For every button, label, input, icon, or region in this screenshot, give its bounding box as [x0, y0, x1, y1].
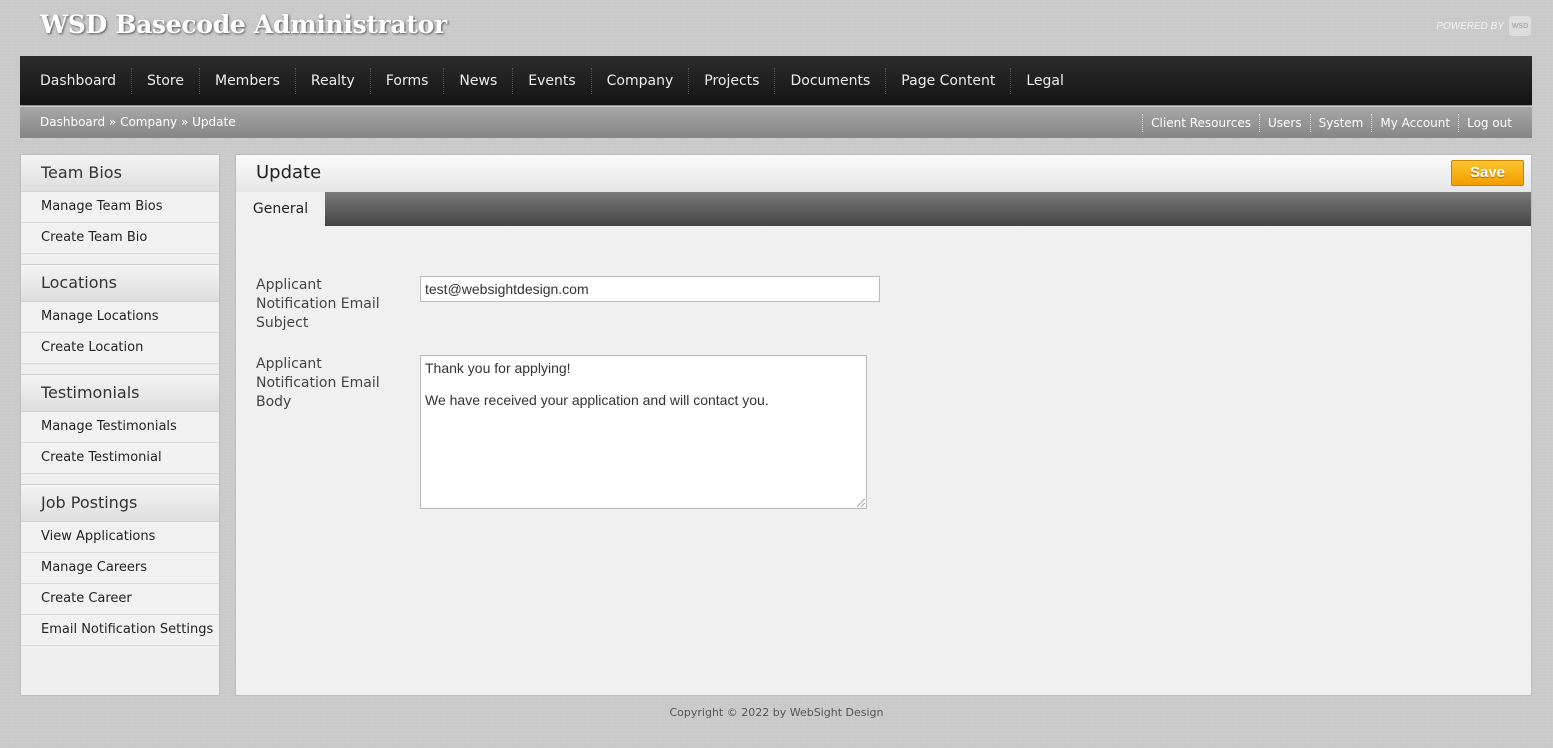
nav-documents[interactable]: Documents	[774, 67, 885, 94]
link-users[interactable]: Users	[1259, 113, 1310, 132]
link-system[interactable]: System	[1309, 113, 1372, 132]
page-title: Update	[256, 162, 322, 183]
tab-bar: General	[236, 192, 1531, 226]
nav-events[interactable]: Events	[512, 67, 590, 94]
utility-links: Client Resources Users System My Account…	[1142, 107, 1520, 138]
copyright: Copyright © 2022 by WebSight Design	[669, 706, 884, 719]
sidebar-item-manage-team-bios[interactable]: Manage Team Bios	[21, 192, 219, 223]
body-label: Applicant Notification Email Body	[256, 356, 380, 410]
body-textarea[interactable]: Thank you for applying! We have received…	[420, 355, 867, 509]
nav-dashboard[interactable]: Dashboard	[25, 68, 131, 94]
sub-bar: Dashboard » Company » Update Client Reso…	[20, 107, 1532, 138]
app-title: WSD Basecode Administrator	[40, 10, 447, 39]
link-my-account[interactable]: My Account	[1371, 113, 1458, 132]
link-log-out[interactable]: Log out	[1458, 113, 1520, 132]
subject-input[interactable]: test@websightdesign.com	[420, 276, 880, 302]
main-panel: Update Save General Applicant Notificati…	[235, 154, 1532, 696]
body-text: Thank you for applying! We have received…	[425, 360, 769, 408]
nav-projects[interactable]: Projects	[688, 67, 774, 94]
main-header: Update Save	[236, 155, 1531, 192]
nav-forms[interactable]: Forms	[369, 67, 444, 94]
sidebar-item-manage-careers[interactable]: Manage Careers	[21, 553, 219, 584]
resize-grip-icon[interactable]	[857, 499, 865, 507]
breadcrumb[interactable]: Dashboard » Company » Update	[40, 107, 236, 138]
nav-members[interactable]: Members	[198, 67, 295, 94]
nav-news[interactable]: News	[443, 67, 512, 94]
powered-by[interactable]: POWERED BY WSD	[1436, 16, 1531, 36]
sidebar-item-manage-locations[interactable]: Manage Locations	[21, 302, 219, 333]
nav-company[interactable]: Company	[590, 67, 689, 94]
sidebar: Team Bios Manage Team Bios Create Team B…	[20, 154, 220, 696]
sidebar-item-view-applications[interactable]: View Applications	[21, 522, 219, 553]
nav-legal[interactable]: Legal	[1010, 67, 1079, 94]
sidebar-item-create-career[interactable]: Create Career	[21, 584, 219, 615]
link-client-resources[interactable]: Client Resources	[1142, 113, 1259, 132]
sidebar-heading-job-postings: Job Postings	[21, 484, 219, 522]
sidebar-heading-locations: Locations	[21, 264, 219, 302]
tab-general[interactable]: General	[236, 192, 325, 226]
sidebar-heading-team-bios: Team Bios	[21, 155, 219, 192]
main-nav: Dashboard Store Members Realty Forms New…	[20, 56, 1532, 106]
sidebar-item-create-team-bio[interactable]: Create Team Bio	[21, 223, 219, 254]
nav-realty[interactable]: Realty	[294, 67, 370, 94]
subject-label: Applicant Notification Email Subject	[256, 277, 380, 331]
sidebar-item-create-location[interactable]: Create Location	[21, 333, 219, 364]
sidebar-item-manage-testimonials[interactable]: Manage Testimonials	[21, 412, 219, 443]
sidebar-item-email-notification-settings[interactable]: Email Notification Settings	[21, 615, 219, 646]
powered-by-label: POWERED BY	[1436, 20, 1504, 32]
nav-page-content[interactable]: Page Content	[885, 67, 1010, 94]
sidebar-heading-testimonials: Testimonials	[21, 374, 219, 412]
sidebar-item-create-testimonial[interactable]: Create Testimonial	[21, 443, 219, 474]
save-button[interactable]: Save	[1451, 160, 1524, 186]
wsd-logo-icon: WSD	[1509, 16, 1531, 36]
nav-store[interactable]: Store	[130, 67, 199, 94]
